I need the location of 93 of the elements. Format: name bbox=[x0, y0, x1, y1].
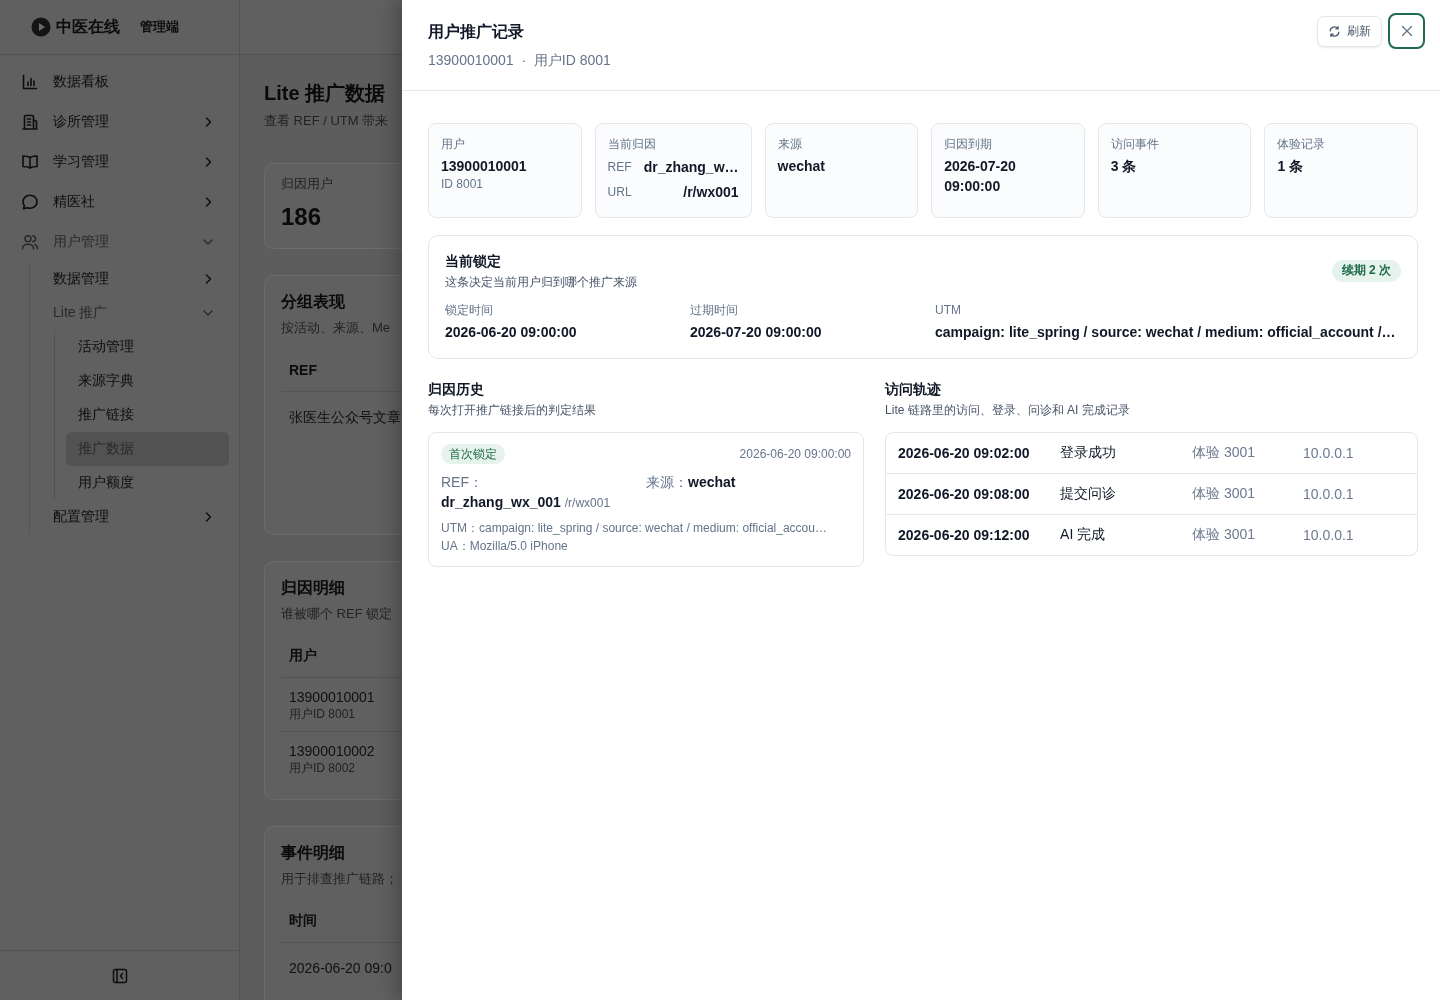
user-agent-text: UA：Mozilla/5.0 iPhone bbox=[441, 538, 569, 555]
sidebar-item[interactable]: 诊所管理 bbox=[9, 102, 229, 142]
card-label: 归因到期 bbox=[944, 136, 994, 152]
ip-address: 10.0.0.1 bbox=[1303, 486, 1355, 502]
visit-time: 2026-06-20 09:08:00 bbox=[898, 486, 1031, 502]
renewal-badge: 续期 2 次 bbox=[1331, 259, 1401, 282]
ip-address: 10.0.0.1 bbox=[1303, 527, 1355, 543]
section-title: 归因历史 bbox=[428, 380, 485, 399]
bar-chart-icon bbox=[21, 73, 39, 91]
field-label: REF： bbox=[441, 474, 483, 490]
pair-value: /r/wx001 bbox=[682, 183, 739, 202]
table-value: 2026-06-20 09:0 bbox=[289, 959, 392, 977]
card-title: 当前锁定 bbox=[445, 252, 502, 271]
utm-text: UTM：campaign: lite_spring / source: wechat / medium: official_accou… bbox=[441, 520, 828, 537]
sidebar-item[interactable]: 数据管理 bbox=[41, 262, 229, 296]
users-icon bbox=[21, 233, 39, 251]
card-label: 访问事件 bbox=[1110, 136, 1160, 152]
field-value: 2026-07-20 09:00:00 bbox=[690, 323, 823, 342]
visit-time: 2026-06-20 09:02:00 bbox=[898, 445, 1031, 461]
pair-value: dr_zhang_w… bbox=[643, 158, 739, 177]
app-name: 中医在线 bbox=[56, 16, 120, 37]
visit-event: 登录成功 bbox=[1060, 444, 1118, 462]
history-time: 2026-06-20 09:00:00 bbox=[739, 447, 852, 461]
sidebar-item[interactable]: 来源字典 bbox=[66, 364, 229, 398]
column-header: 用户 bbox=[289, 647, 317, 665]
field-value: 2026-06-20 09:00:00 bbox=[445, 323, 578, 342]
section-subtitle: 按活动、来源、Me bbox=[281, 320, 392, 336]
visit-event: AI 完成 bbox=[1060, 526, 1107, 544]
pair-key: URL bbox=[607, 182, 632, 202]
card-label: 来源 bbox=[777, 136, 803, 152]
card-value: 3 条 bbox=[1110, 157, 1138, 176]
section-title: 访问轨迹 bbox=[885, 380, 943, 399]
card-subvalue: ID 8001 bbox=[441, 176, 485, 192]
card-value: 13900010001 bbox=[441, 157, 528, 176]
page-title: Lite 推广数据 bbox=[264, 81, 387, 106]
url-path: /r/wx001 bbox=[564, 496, 611, 510]
book-icon bbox=[21, 153, 39, 171]
session-label: 体验 3001 bbox=[1192, 526, 1257, 544]
section-title: 归因明细 bbox=[281, 578, 346, 598]
table-value: 13900010002 bbox=[289, 741, 375, 760]
status-badge: 首次锁定 bbox=[441, 444, 505, 464]
close-button[interactable] bbox=[1388, 13, 1425, 49]
section-description: Lite 链路里的访问、登录、问诊和 AI 完成记录 bbox=[885, 402, 1131, 418]
pair-key: REF bbox=[607, 157, 632, 177]
card-label: 用户 bbox=[441, 136, 466, 152]
visit-time: 2026-06-20 09:12:00 bbox=[898, 527, 1031, 543]
sidebar-item[interactable]: 活动管理 bbox=[66, 330, 229, 364]
app-section-label: 管理端 bbox=[140, 18, 179, 36]
building-icon bbox=[21, 113, 39, 131]
table-value: 13900010001 bbox=[289, 687, 375, 706]
table-subvalue: 用户ID 8002 bbox=[289, 759, 357, 776]
logo-icon bbox=[31, 17, 51, 37]
close-icon bbox=[1400, 25, 1413, 37]
card-description: 这条决定当前用户归到哪个推广来源 bbox=[445, 274, 637, 290]
source-value: wechat bbox=[688, 474, 736, 490]
collapse-sidebar-icon[interactable] bbox=[111, 967, 128, 984]
field-value: campaign: lite_spring / source: wechat / medium: official_account /… bbox=[935, 323, 1397, 342]
table-value: 张医生公众号文章 bbox=[289, 408, 401, 426]
page-subtitle: 查看 REF / UTM 带来 bbox=[264, 113, 390, 129]
card-label: 体验记录 bbox=[1277, 136, 1327, 152]
field-label: 锁定时间 bbox=[445, 302, 494, 318]
section-subtitle: 用于排查推广链路； bbox=[281, 871, 399, 887]
visit-event: 提交问诊 bbox=[1060, 485, 1118, 503]
refresh-icon bbox=[1328, 24, 1341, 38]
ip-address: 10.0.0.1 bbox=[1303, 445, 1355, 461]
field-label: UTM bbox=[935, 302, 962, 318]
drawer-subtitle: 13900010001 · 用户ID 8001 bbox=[428, 51, 611, 70]
sidebar-item[interactable]: 精医社 bbox=[9, 182, 229, 222]
field-label: 来源： bbox=[646, 474, 688, 490]
stat-value: 186 bbox=[281, 202, 323, 232]
card-label: 当前归因 bbox=[607, 136, 657, 152]
drawer-title: 用户推广记录 bbox=[428, 22, 525, 42]
card-value: wechat bbox=[777, 157, 826, 176]
chat-bubble-icon bbox=[21, 193, 39, 211]
section-title: 分组表现 bbox=[281, 292, 346, 312]
column-header: 时间 bbox=[289, 912, 317, 930]
sidebar-item[interactable]: 数据看板 bbox=[9, 62, 229, 102]
refresh-button[interactable]: 刷新 bbox=[1317, 15, 1382, 47]
column-header: REF bbox=[289, 362, 317, 378]
sidebar-item[interactable]: 学习管理 bbox=[9, 142, 229, 182]
sidebar-item[interactable]: 推广链接 bbox=[66, 398, 229, 432]
session-label: 体验 3001 bbox=[1192, 485, 1257, 503]
section-subtitle: 谁被哪个 REF 锁定 bbox=[281, 606, 394, 622]
field-label: 过期时间 bbox=[690, 302, 739, 318]
card-value: 1 条 bbox=[1277, 157, 1305, 176]
ref-value: dr_zhang_wx_001 bbox=[441, 494, 561, 510]
sidebar-item[interactable]: 用户额度 bbox=[66, 466, 229, 500]
card-value: 2026-07-20 09:00:00 bbox=[944, 157, 1017, 196]
table-subvalue: 用户ID 8001 bbox=[289, 705, 357, 722]
session-label: 体验 3001 bbox=[1192, 444, 1257, 462]
sidebar-item[interactable]: 配置管理 bbox=[41, 500, 229, 534]
section-description: 每次打开推广链接后的判定结果 bbox=[428, 402, 597, 418]
section-title: 事件明细 bbox=[281, 843, 346, 863]
